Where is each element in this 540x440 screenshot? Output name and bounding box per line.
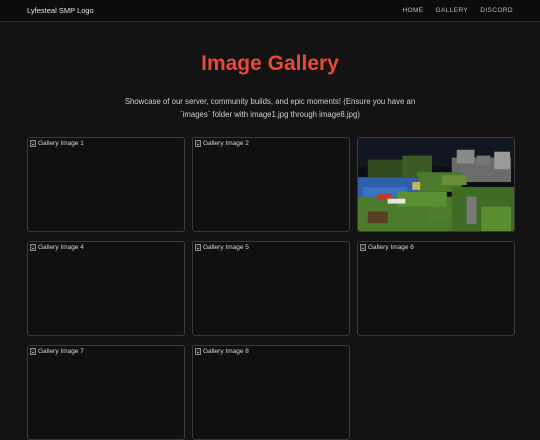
page-title: Image Gallery xyxy=(201,52,339,75)
broken-image-icon xyxy=(30,244,36,251)
nav-gallery-link[interactable]: GALLERY xyxy=(436,7,469,14)
broken-image-placeholder: Gallery Image 7 xyxy=(30,348,84,355)
nav-discord-link[interactable]: DISCORD xyxy=(480,7,513,14)
gallery-tile[interactable]: Gallery Image 7 xyxy=(27,345,185,440)
nav-home-link[interactable]: HOME xyxy=(402,7,423,14)
broken-image-icon xyxy=(30,140,36,147)
broken-image-placeholder: Gallery Image 1 xyxy=(30,140,84,147)
gallery-image-alt: Gallery Image 1 xyxy=(38,140,84,147)
gallery-image-alt: Gallery Image 7 xyxy=(38,348,84,355)
gallery-image-alt: Gallery Image 4 xyxy=(38,244,84,251)
gallery-image-alt: Gallery Image 6 xyxy=(368,244,414,251)
gallery-tile[interactable]: Gallery Image 4 xyxy=(27,241,185,336)
nav-links: HOME GALLERY DISCORD xyxy=(402,7,513,14)
brand-logo-link[interactable]: Lyfesteal SMP Logo xyxy=(27,6,94,15)
gallery-tile[interactable]: Gallery Image 6 xyxy=(357,241,515,336)
gallery-image-alt: Gallery Image 2 xyxy=(203,140,249,147)
gallery-tile[interactable]: Gallery Image 5 xyxy=(192,241,350,336)
broken-image-placeholder: Gallery Image 8 xyxy=(195,348,249,355)
page-subtitle: Showcase of our server, community builds… xyxy=(124,97,416,119)
gallery-tile[interactable]: Gallery Image 8 xyxy=(192,345,350,440)
minecraft-screenshot-image xyxy=(358,138,514,231)
broken-image-placeholder: Gallery Image 6 xyxy=(360,244,414,251)
broken-image-placeholder: Gallery Image 2 xyxy=(195,140,249,147)
broken-image-icon xyxy=(195,244,201,251)
top-navbar: Lyfesteal SMP Logo HOME GALLERY DISCORD xyxy=(0,0,540,22)
gallery-tile[interactable]: Gallery Image 1 xyxy=(27,137,185,232)
broken-image-placeholder: Gallery Image 5 xyxy=(195,244,249,251)
broken-image-icon xyxy=(195,140,201,147)
gallery-tile-loaded[interactable] xyxy=(357,137,515,232)
broken-image-icon xyxy=(30,348,36,355)
broken-image-icon xyxy=(360,244,366,251)
gallery-tile[interactable]: Gallery Image 2 xyxy=(192,137,350,232)
broken-image-icon xyxy=(195,348,201,355)
broken-image-placeholder: Gallery Image 4 xyxy=(30,244,84,251)
gallery-image-alt: Gallery Image 5 xyxy=(203,244,249,251)
gallery-image-alt: Gallery Image 8 xyxy=(203,348,249,355)
